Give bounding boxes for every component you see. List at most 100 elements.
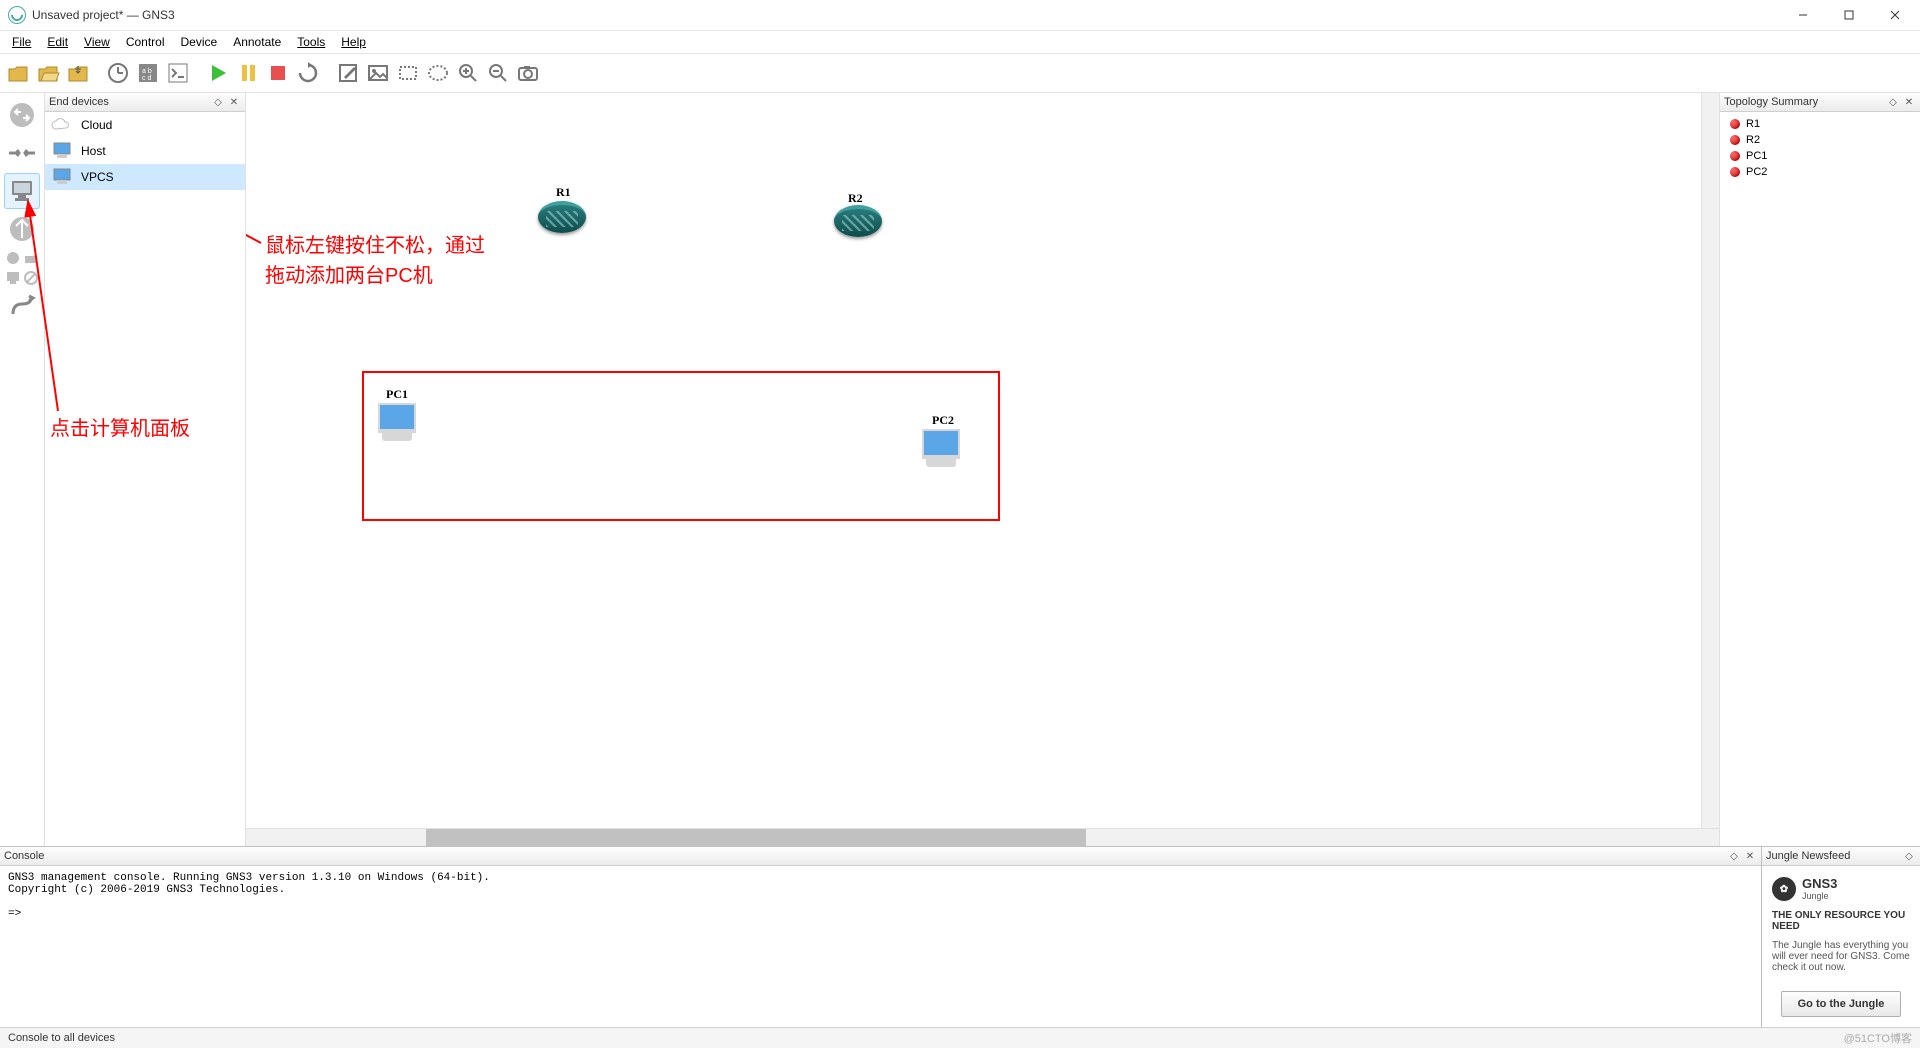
firewall-icon[interactable] <box>22 269 40 287</box>
close-icon[interactable]: ✕ <box>1743 849 1757 863</box>
canvas-horizontal-scrollbar[interactable] <box>246 828 1719 846</box>
all-devices2-button[interactable] <box>22 249 40 267</box>
node-label-pc1[interactable]: PC1 <box>386 387 408 402</box>
topology-canvas[interactable]: R1 R2 PC1 PC2 鼠标左键按住不松，通过 拖动添加两台PC机 <box>246 93 1701 828</box>
zoom-out-button[interactable] <box>484 59 512 87</box>
status-text: Console to all devices <box>8 1032 115 1044</box>
image-button[interactable] <box>364 59 392 87</box>
zoom-in-button[interactable] <box>454 59 482 87</box>
menu-tools[interactable]: Tools <box>289 33 333 51</box>
host-icon <box>51 142 73 160</box>
status-bar: Console to all devices @51CTO博客 <box>0 1027 1920 1048</box>
menu-device[interactable]: Device <box>173 33 226 51</box>
end-devices-panel-header[interactable]: End devices ◇ ✕ <box>45 93 245 112</box>
status-dot-icon <box>1730 167 1740 177</box>
switches-category-button[interactable] <box>4 135 40 171</box>
link-tool-button[interactable] <box>4 289 40 325</box>
newsfeed-header[interactable]: Jungle Newsfeed ◇ <box>1762 847 1920 866</box>
pause-all-button[interactable] <box>234 59 262 87</box>
node-label-r1[interactable]: R1 <box>556 185 571 200</box>
node-label-pc2[interactable]: PC2 <box>932 413 954 428</box>
rectangle-button[interactable] <box>394 59 422 87</box>
console-all-button[interactable] <box>164 59 192 87</box>
node-pc1[interactable] <box>378 403 416 443</box>
device-category-toolbar <box>0 93 45 846</box>
menu-help[interactable]: Help <box>333 33 374 51</box>
topology-item[interactable]: R1 <box>1720 116 1920 132</box>
security-devices-category-button[interactable] <box>4 211 40 247</box>
console-panel: Console ◇ ✕ GNS3 management console. Run… <box>0 847 1762 1027</box>
stop-all-button[interactable] <box>264 59 292 87</box>
panel-title: End devices <box>49 96 109 108</box>
screenshot-button[interactable] <box>514 59 542 87</box>
annotation-drag-text: 鼠标左键按住不松，通过 拖动添加两台PC机 <box>265 231 485 291</box>
svg-text:a b: a b <box>142 68 152 75</box>
menu-file[interactable]: File <box>4 33 39 51</box>
topology-item[interactable]: PC2 <box>1720 164 1920 180</box>
ellipse-button[interactable] <box>424 59 452 87</box>
close-button[interactable] <box>1872 0 1918 30</box>
all-devices-button[interactable] <box>4 249 22 267</box>
device-list: Cloud Host VPCS <box>45 112 245 846</box>
gns3-logo-icon: ✿ <box>1772 877 1796 901</box>
device-label: Cloud <box>81 118 112 132</box>
status-dot-icon <box>1730 151 1740 161</box>
device-label: VPCS <box>81 170 114 184</box>
vpcs-icon <box>51 168 73 186</box>
topology-summary-panel: Topology Summary ◇ ✕ R1 R2 PC1 PC2 <box>1719 93 1920 846</box>
pin-icon[interactable]: ◇ <box>1902 849 1916 863</box>
status-dot-icon <box>1730 119 1740 129</box>
end-devices-panel: End devices ◇ ✕ Cloud Host VPCS <box>45 93 246 846</box>
watermark: @51CTO博客 <box>1844 1030 1912 1046</box>
device-label: Host <box>81 144 106 158</box>
window-title: Unsaved project* — GNS3 <box>32 8 1780 22</box>
svg-text:c d: c d <box>142 75 151 82</box>
end-devices-category-button[interactable] <box>4 173 40 209</box>
console-panel-header[interactable]: Console ◇ ✕ <box>0 847 1761 866</box>
open-project-button[interactable] <box>34 59 62 87</box>
panel-title: Console <box>4 850 44 862</box>
title-bar: Unsaved project* — GNS3 <box>0 0 1920 31</box>
node-pc2[interactable] <box>922 429 960 469</box>
node-label-r2[interactable]: R2 <box>848 191 863 206</box>
node-r1[interactable] <box>538 201 586 233</box>
console-output[interactable]: GNS3 management console. Running GNS3 ve… <box>0 866 1761 1027</box>
menu-edit[interactable]: Edit <box>39 33 76 51</box>
topology-item[interactable]: R2 <box>1720 132 1920 148</box>
close-icon[interactable]: ✕ <box>227 95 241 109</box>
menu-control[interactable]: Control <box>118 33 173 51</box>
pin-icon[interactable]: ◇ <box>1886 95 1900 109</box>
new-project-button[interactable] <box>4 59 32 87</box>
minimize-button[interactable] <box>1780 0 1826 30</box>
topology-summary-header[interactable]: Topology Summary ◇ ✕ <box>1720 93 1920 112</box>
node-r2[interactable] <box>834 205 882 237</box>
start-all-button[interactable] <box>204 59 232 87</box>
go-to-jungle-button[interactable]: Go to the Jungle <box>1781 991 1902 1017</box>
pin-icon[interactable]: ◇ <box>211 95 225 109</box>
routers-category-button[interactable] <box>4 97 40 133</box>
menu-view[interactable]: View <box>76 33 118 51</box>
show-interfaces-button[interactable]: a bc d <box>134 59 162 87</box>
canvas-area: R1 R2 PC1 PC2 鼠标左键按住不松，通过 拖动添加两台PC机 <box>246 93 1719 846</box>
annotation-rectangle <box>362 371 1000 521</box>
close-icon[interactable]: ✕ <box>1902 95 1916 109</box>
annotate-button[interactable] <box>334 59 362 87</box>
restart-all-button[interactable] <box>294 59 322 87</box>
toolbar: a bc d <box>0 54 1920 93</box>
device-item-vpcs[interactable]: VPCS <box>45 164 245 190</box>
topology-item[interactable]: PC1 <box>1720 148 1920 164</box>
device-item-host[interactable]: Host <box>45 138 245 164</box>
app-logo-icon <box>8 6 26 24</box>
topology-list: R1 R2 PC1 PC2 <box>1720 112 1920 846</box>
canvas-vertical-scrollbar[interactable] <box>1701 93 1719 828</box>
save-button[interactable] <box>64 59 92 87</box>
menu-annotate[interactable]: Annotate <box>225 33 289 51</box>
monitor-icon[interactable] <box>4 269 22 287</box>
device-item-cloud[interactable]: Cloud <box>45 112 245 138</box>
reload-button[interactable] <box>104 59 132 87</box>
panel-title: Topology Summary <box>1724 96 1818 108</box>
cloud-icon <box>51 117 73 133</box>
panel-title: Jungle Newsfeed <box>1766 850 1850 862</box>
pin-icon[interactable]: ◇ <box>1727 849 1741 863</box>
maximize-button[interactable] <box>1826 0 1872 30</box>
